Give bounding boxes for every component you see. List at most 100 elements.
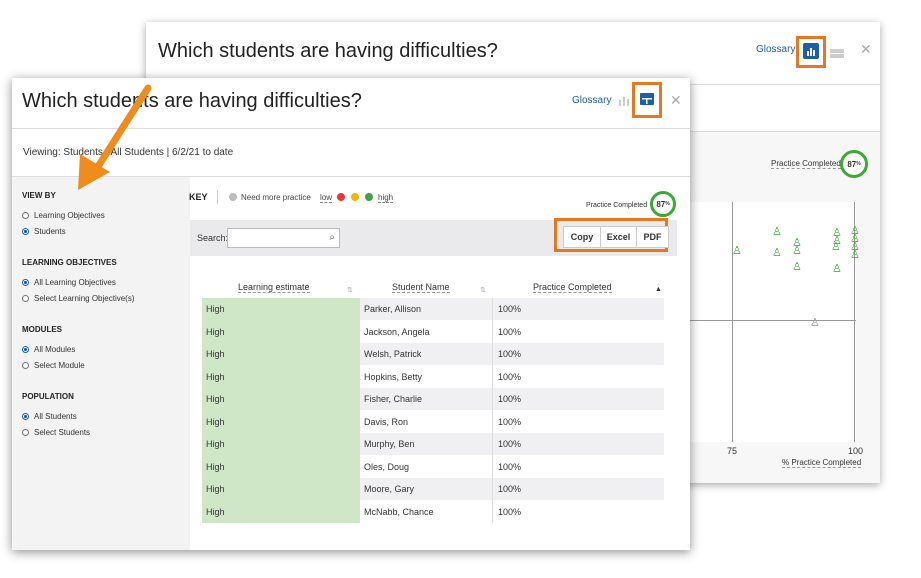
bar-chart-icon[interactable]	[803, 43, 819, 59]
option-label: All Modules	[34, 345, 76, 354]
filter-sidebar: VIEW BY Learning Objectives Students LEA…	[12, 177, 190, 550]
sort-icon[interactable]: ⇅	[347, 286, 353, 294]
option-label: All Students	[34, 412, 77, 421]
x-axis-label: % Practice Completed	[782, 458, 862, 468]
all-modules-option[interactable]: All Modules	[22, 345, 75, 354]
select-module-option[interactable]: Select Module	[22, 361, 85, 370]
radio-selected-icon[interactable]	[22, 279, 29, 286]
view-by-learning-objectives-option[interactable]: Learning Objectives	[22, 211, 105, 220]
student-marker[interactable]: ♙	[831, 242, 841, 253]
view-by-students-option[interactable]: Students	[22, 227, 66, 236]
select-students-option[interactable]: Select Students	[22, 428, 90, 437]
column-header-learning-estimate[interactable]: Learning estimate	[238, 282, 310, 293]
all-learning-objectives-option[interactable]: All Learning Objectives	[22, 278, 116, 287]
x-tick-75: 75	[727, 446, 738, 456]
practice-completed-cell: 100%	[498, 506, 522, 517]
learning-estimate-cell: High	[206, 326, 225, 337]
green-dot	[365, 193, 373, 201]
radio-selected-icon[interactable]	[22, 228, 29, 235]
high-label: high	[378, 193, 394, 203]
practice-completed-cell: 100%	[498, 439, 522, 449]
learning-estimate-cell: High	[206, 394, 225, 404]
student-name-cell: Parker, Allison	[364, 304, 422, 314]
practice-completed-cell: 100%	[498, 484, 522, 494]
need-more-dot	[229, 193, 237, 201]
search-icon[interactable]: ⌕	[329, 232, 335, 243]
student-marker[interactable]: ♙	[792, 246, 802, 257]
learning-estimate-cell: High	[206, 506, 225, 517]
search-input[interactable]: ⌕	[227, 228, 340, 248]
student-marker-grey[interactable]: ♙	[810, 318, 820, 329]
excel-button[interactable]: Excel	[600, 226, 637, 248]
practice-completed-cell: 100%	[498, 349, 522, 359]
student-marker[interactable]: ♙	[792, 262, 802, 273]
option-label: Learning Objectives	[34, 211, 105, 220]
sort-icon[interactable]: ⇅	[480, 286, 486, 294]
student-name-cell: Fisher, Charlie	[364, 394, 423, 404]
radio-icon[interactable]	[22, 295, 29, 302]
student-name-cell: Murphy, Ben	[364, 439, 415, 449]
student-name-cell: McNabb, Chance	[364, 506, 434, 517]
need-more-label: Need more practice	[241, 193, 311, 202]
practice-completed-cell: 100%	[498, 326, 522, 337]
column-separator	[492, 298, 493, 523]
practice-completed-cell: 100%	[498, 304, 522, 314]
bar-chart-icon[interactable]	[618, 94, 630, 112]
radio-selected-icon[interactable]	[22, 413, 29, 420]
practice-completed-cell: 100%	[498, 371, 522, 382]
learning-estimate-column-fill	[202, 298, 360, 523]
pdf-button[interactable]: PDF	[636, 226, 669, 248]
practice-completed-cell: 100%	[498, 461, 522, 472]
back-panel-title: Which students are having difficulties?	[158, 40, 498, 62]
back-practice-pct-suffix: %	[856, 161, 861, 167]
search-label: Search:	[197, 233, 229, 243]
learning-estimate-cell: High	[206, 304, 225, 314]
learning-estimate-cell: High	[206, 461, 225, 472]
front-practice-ring: 87%	[650, 191, 676, 217]
learning-estimate-cell: High	[206, 349, 225, 359]
population-heading: POPULATION	[22, 392, 74, 401]
student-name-cell: Davis, Ron	[364, 416, 409, 427]
front-practice-pct-suffix: %	[665, 201, 670, 207]
learning-estimate-cell: High	[206, 439, 225, 449]
practice-completed-cell: 100%	[498, 416, 522, 427]
radio-icon[interactable]	[22, 429, 29, 436]
gridline-75	[732, 202, 733, 442]
sort-ascending-icon[interactable]: ▲	[655, 286, 662, 293]
practice-completed-cell: 100%	[498, 394, 522, 404]
red-dot	[337, 193, 345, 201]
front-practice-pct: 87	[656, 199, 666, 209]
key-separator	[217, 190, 218, 204]
student-marker[interactable]: ♙	[772, 248, 782, 259]
yellow-dot	[351, 193, 359, 201]
select-learning-objectives-option[interactable]: Select Learning Objective(s)	[22, 294, 135, 303]
back-glossary-link[interactable]: Glossary	[756, 44, 795, 55]
close-icon[interactable]: ✕	[670, 92, 682, 109]
student-marker[interactable]: ♙	[732, 246, 742, 257]
all-students-option[interactable]: All Students	[22, 412, 77, 421]
radio-icon[interactable]	[22, 212, 29, 219]
radio-icon[interactable]	[22, 362, 29, 369]
modules-heading: MODULES	[22, 325, 62, 334]
student-marker[interactable]: ♙	[850, 250, 860, 261]
table-view-icon[interactable]	[830, 46, 844, 64]
column-header-practice-completed[interactable]: Practice Completed	[533, 282, 612, 293]
student-name-cell: Moore, Gary	[364, 484, 415, 494]
copy-button[interactable]: Copy	[563, 226, 601, 248]
student-name-cell: Oles, Doug	[364, 461, 410, 472]
back-practice-label: Practice Completed	[771, 159, 841, 169]
close-icon[interactable]: ✕	[860, 41, 872, 58]
option-label: Select Module	[34, 361, 85, 370]
student-marker[interactable]: ♙	[772, 227, 782, 238]
front-practice-label: Practice Completed	[586, 202, 648, 209]
option-label: All Learning Objectives	[34, 278, 116, 287]
view-by-heading: VIEW BY	[22, 191, 56, 200]
key-label: KEY	[189, 192, 208, 202]
front-glossary-link[interactable]: Glossary	[572, 95, 611, 106]
column-header-student-name[interactable]: Student Name	[392, 282, 450, 293]
table-view-icon[interactable]	[640, 93, 654, 105]
back-practice-pct: 87	[847, 159, 857, 169]
radio-selected-icon[interactable]	[22, 346, 29, 353]
x-tick-100: 100	[848, 446, 864, 456]
student-marker[interactable]: ♙	[832, 264, 842, 275]
